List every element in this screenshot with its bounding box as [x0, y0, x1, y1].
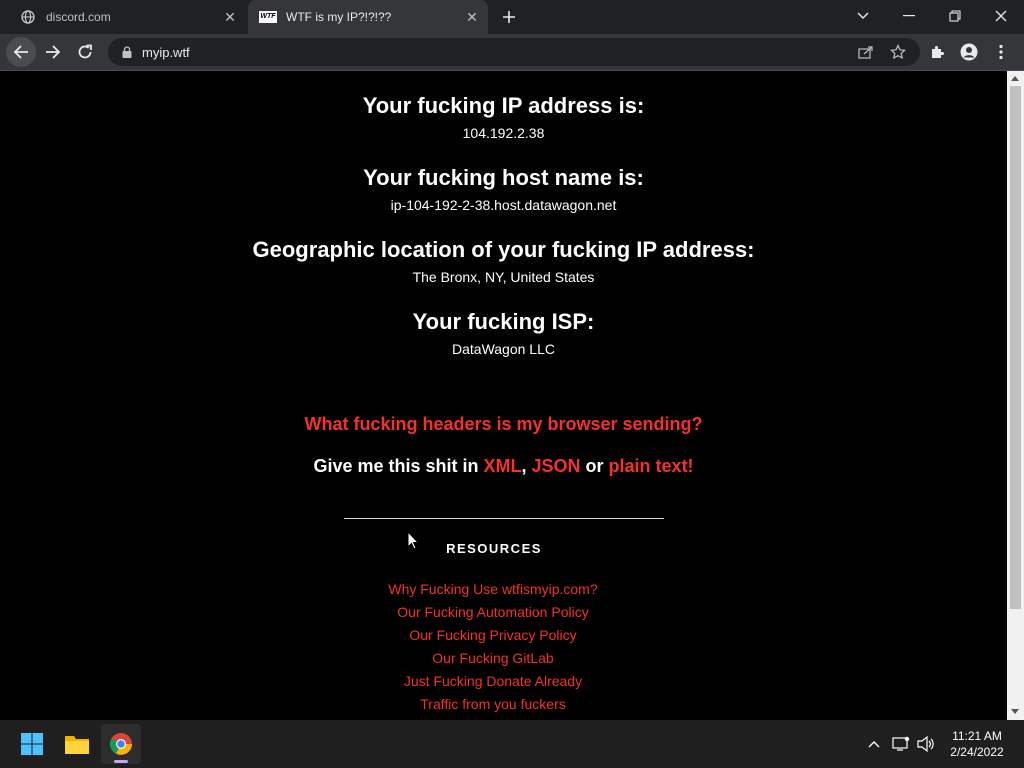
folder-icon	[65, 736, 89, 754]
volume-icon[interactable]	[916, 734, 936, 754]
close-tab-icon[interactable]: ✕	[462, 7, 482, 27]
show-hidden-icons-button[interactable]	[864, 734, 884, 754]
network-icon[interactable]	[891, 734, 911, 754]
active-app-indicator	[114, 760, 128, 763]
taskbar: 11:21 AM 2/24/2022	[0, 720, 1024, 768]
ip-value: 104.192.2.38	[462, 125, 545, 141]
resources-title: RESOURCES	[446, 541, 542, 556]
system-clock[interactable]: 11:21 AM 2/24/2022	[940, 728, 1014, 760]
scrollbar-thumb[interactable]	[1010, 86, 1021, 609]
give-prefix: Give me this shit in	[313, 456, 484, 476]
tab-title: discord.com	[46, 10, 111, 24]
resource-link-why[interactable]: Why Fucking Use wtfismyip.com?	[0, 581, 986, 597]
location-value: The Bronx, NY, United States	[412, 269, 595, 285]
tab-wtf-is-my-ip[interactable]: WTF WTF is my IP?!?!?? ✕	[248, 0, 488, 34]
clock-date: 2/24/2022	[950, 745, 1004, 759]
file-explorer-button[interactable]	[57, 724, 97, 764]
extensions-button[interactable]	[922, 37, 952, 67]
page-content: Your fucking IP address is: 104.192.2.38…	[0, 71, 1007, 720]
kebab-menu-icon	[999, 44, 1003, 60]
plain-text-link[interactable]: plain text!	[609, 456, 694, 476]
resource-link-gitlab[interactable]: Our Fucking GitLab	[0, 650, 986, 666]
clock-time: 11:21 AM	[952, 729, 1002, 743]
address-bar[interactable]: myip.wtf	[108, 38, 920, 66]
hostname-value: ip-104-192-2-38.host.datawagon.net	[390, 197, 617, 213]
json-link[interactable]: JSON	[532, 456, 581, 476]
format-links: Give me this shit in XML, JSON or plain …	[0, 456, 1007, 477]
tab-search-button[interactable]	[840, 0, 886, 32]
tab-strip: discord.com ✕ WTF WTF is my IP?!?!?? ✕	[0, 0, 1024, 34]
resource-link-automation[interactable]: Our Fucking Automation Policy	[0, 604, 986, 620]
isp-value: DataWagon LLC	[452, 341, 555, 357]
tab-title: WTF is my IP?!?!??	[286, 10, 392, 24]
or-text: or	[580, 456, 609, 476]
close-icon	[995, 10, 1007, 22]
puzzle-icon	[932, 46, 944, 58]
hostname-heading: Your fucking host name is:	[363, 165, 644, 190]
resource-link-donate[interactable]: Just Fucking Donate Already	[0, 673, 986, 689]
chevron-up-icon	[868, 741, 880, 748]
ip-heading: Your fucking IP address is:	[362, 93, 645, 118]
restore-icon	[949, 10, 961, 22]
chevron-down-icon	[857, 12, 869, 19]
comma: ,	[521, 456, 532, 476]
wtf-favicon: WTF	[259, 9, 277, 25]
globe-icon	[20, 9, 36, 25]
scroll-down-arrow-icon[interactable]	[1011, 709, 1019, 714]
location-heading: Geographic location of your fucking IP a…	[252, 237, 755, 262]
start-button[interactable]	[12, 724, 52, 764]
mouse-cursor-icon	[407, 531, 419, 550]
forward-button[interactable]	[38, 37, 68, 67]
scroll-up-arrow-icon[interactable]	[1011, 76, 1019, 81]
close-tab-icon[interactable]: ✕	[220, 7, 240, 27]
bookmark-star-icon[interactable]	[888, 42, 908, 62]
close-window-button[interactable]	[978, 0, 1024, 32]
windows-icon	[21, 733, 43, 755]
lock-icon[interactable]	[120, 45, 134, 59]
reload-icon	[78, 44, 92, 59]
xml-link[interactable]: XML	[483, 456, 521, 476]
page-scrollbar[interactable]	[1007, 71, 1024, 720]
minimize-icon	[903, 15, 915, 17]
plus-icon	[503, 11, 515, 23]
divider	[344, 518, 664, 519]
profile-button[interactable]	[954, 37, 984, 67]
chrome-icon	[110, 733, 132, 755]
favicon-text: WTF	[259, 11, 277, 23]
url-text: myip.wtf	[142, 44, 190, 60]
share-icon[interactable]	[856, 42, 876, 62]
restore-button[interactable]	[932, 0, 978, 32]
new-tab-button[interactable]	[498, 6, 520, 28]
back-button[interactable]	[6, 37, 36, 67]
arrow-right-icon	[46, 45, 61, 59]
headers-link[interactable]: What fucking headers is my browser sendi…	[0, 414, 1007, 435]
chrome-taskbar-button[interactable]	[101, 724, 141, 764]
reload-button[interactable]	[70, 37, 100, 67]
isp-heading: Your fucking ISP:	[412, 309, 595, 334]
tab-discord[interactable]: discord.com ✕	[8, 0, 246, 34]
menu-button[interactable]	[986, 37, 1016, 67]
browser-toolbar: myip.wtf	[0, 34, 1024, 70]
arrow-left-icon	[13, 45, 28, 59]
resource-link-privacy[interactable]: Our Fucking Privacy Policy	[0, 627, 986, 643]
resource-link-traffic[interactable]: Traffic from you fuckers	[0, 696, 986, 712]
profile-icon	[960, 43, 978, 61]
minimize-button[interactable]	[886, 0, 932, 32]
